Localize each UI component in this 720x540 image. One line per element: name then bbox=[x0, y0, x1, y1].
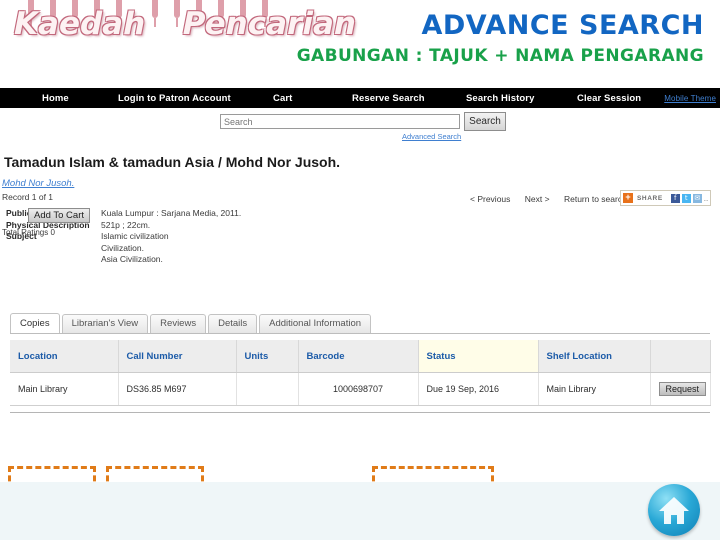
previous-record-link[interactable]: < Previous bbox=[470, 194, 510, 204]
record-title: Tamadun Islam & tamadun Asia / Mohd Nor … bbox=[4, 154, 341, 170]
cell-location: Main Library bbox=[10, 372, 119, 406]
next-record-link[interactable]: Next > bbox=[525, 194, 550, 204]
share-label: SHARE bbox=[637, 194, 663, 202]
slide-footer bbox=[0, 482, 720, 540]
headline-main: ADVANCE SEARCH bbox=[421, 10, 704, 41]
cell-status: Due 19 Sep, 2016 bbox=[418, 372, 539, 406]
table-header-row: Location Call Number Units Barcode Statu… bbox=[10, 340, 711, 373]
cell-barcode: 1000698707 bbox=[298, 372, 419, 406]
metadata-value-line: Civilization. bbox=[101, 242, 144, 253]
opac-screenshot: Home Login to Patron Account Cart Reserv… bbox=[0, 88, 720, 538]
column-header-status[interactable]: Status bbox=[418, 340, 539, 373]
total-ratings: Total Ratings 0 bbox=[2, 228, 55, 237]
slide-header: Kaedah Pencarian ADVANCE SEARCH GABUNGAN… bbox=[0, 0, 720, 88]
metadata-value: Islamic civilization Civilization. Asia … bbox=[101, 231, 169, 266]
record-count: Record 1 of 1 bbox=[2, 192, 54, 202]
advanced-search-link[interactable]: Advanced Search bbox=[402, 132, 461, 141]
wordart-word-1: Kaedah bbox=[14, 6, 146, 42]
twitter-icon[interactable]: t bbox=[681, 193, 691, 203]
metadata-value-line: 521p ; 22cm. bbox=[101, 219, 151, 230]
metadata-value: 521p ; 22cm. bbox=[101, 220, 150, 232]
nav-item-clear-session[interactable]: Clear Session bbox=[577, 93, 641, 104]
copies-table: Location Call Number Units Barcode Statu… bbox=[10, 340, 711, 406]
email-icon[interactable]: ✉ bbox=[692, 193, 702, 203]
cell-shelf-location: Main Library bbox=[538, 372, 651, 406]
wordart-text: Kaedah Pencarian bbox=[14, 6, 356, 42]
home-button[interactable] bbox=[648, 484, 700, 536]
column-header-units[interactable]: Units bbox=[236, 340, 299, 373]
home-icon bbox=[659, 497, 689, 524]
tab-copies[interactable]: Copies bbox=[10, 313, 60, 333]
table-row: Main Library DS36.85 M697 1000698707 Due… bbox=[10, 372, 711, 406]
request-button[interactable]: Request bbox=[658, 382, 707, 396]
column-header-barcode[interactable]: Barcode bbox=[298, 340, 419, 373]
search-button[interactable]: Search bbox=[464, 112, 506, 131]
nav-item-search-history[interactable]: Search History bbox=[466, 93, 534, 104]
search-input[interactable] bbox=[220, 114, 460, 129]
metadata-value-line: Asia Civilization. bbox=[101, 254, 163, 264]
column-header-location[interactable]: Location bbox=[10, 340, 119, 373]
metadata-value: Kuala Lumpur : Sarjana Media, 2011. bbox=[101, 208, 241, 220]
top-navigation-bar: Home Login to Patron Account Cart Reserv… bbox=[0, 88, 720, 108]
slide-headline: ADVANCE SEARCH GABUNGAN : TAJUK + NAMA P… bbox=[297, 10, 704, 67]
nav-item-mobile-theme[interactable]: Mobile Theme bbox=[664, 94, 716, 103]
add-to-cart-button[interactable]: Add To Cart bbox=[28, 208, 90, 223]
tab-reviews[interactable]: Reviews bbox=[150, 314, 207, 333]
cell-action: Request bbox=[650, 372, 711, 406]
record-detail: Tamadun Islam & tamadun Asia / Mohd Nor … bbox=[0, 146, 720, 311]
search-row: Search Advanced Search bbox=[0, 108, 720, 146]
column-header-call-number[interactable]: Call Number bbox=[118, 340, 237, 373]
copies-table-wrapper: Location Call Number Units Barcode Statu… bbox=[10, 340, 711, 413]
cell-units bbox=[236, 372, 299, 406]
nav-item-cart[interactable]: Cart bbox=[273, 93, 292, 104]
record-author-link[interactable]: Mohd Nor Jusoh. bbox=[2, 178, 74, 189]
tab-details[interactable]: Details bbox=[208, 314, 258, 333]
tab-additional-information[interactable]: Additional Information bbox=[259, 314, 372, 333]
metadata-value-line: Islamic civilization bbox=[101, 231, 169, 241]
return-to-search-link[interactable]: Return to search bbox=[564, 194, 627, 204]
share-plus-icon[interactable]: + bbox=[623, 193, 633, 203]
record-tabs: Copies Librarian's View Reviews Details … bbox=[10, 311, 710, 334]
cell-call-number: DS36.85 M697 bbox=[118, 372, 237, 406]
headline-sub: GABUNGAN : TAJUK + NAMA PENGARANG bbox=[296, 46, 704, 66]
metadata-row-subject: Subject Islamic civilization Civilizatio… bbox=[6, 231, 336, 266]
nav-item-home[interactable]: Home bbox=[42, 93, 69, 104]
tab-librarians-view[interactable]: Librarian's View bbox=[61, 314, 149, 333]
record-navigation: < Previous Next > Return to search bbox=[470, 194, 639, 204]
nav-item-login-to-patron-account[interactable]: Login to Patron Account bbox=[118, 93, 231, 104]
share-widget[interactable]: + SHARE f t ✉ .. bbox=[620, 190, 712, 206]
nav-item-reserve-search[interactable]: Reserve Search bbox=[352, 93, 425, 104]
wordart-title: Kaedah Pencarian bbox=[14, 0, 356, 48]
column-header-shelf-location[interactable]: Shelf Location bbox=[538, 340, 651, 373]
facebook-icon[interactable]: f bbox=[670, 193, 680, 203]
metadata-value-line: Kuala Lumpur : Sarjana Media, 2011. bbox=[101, 208, 242, 218]
share-more-icon[interactable]: .. bbox=[704, 194, 708, 203]
table-bottom-divider bbox=[10, 412, 710, 413]
column-header-action bbox=[650, 340, 711, 373]
